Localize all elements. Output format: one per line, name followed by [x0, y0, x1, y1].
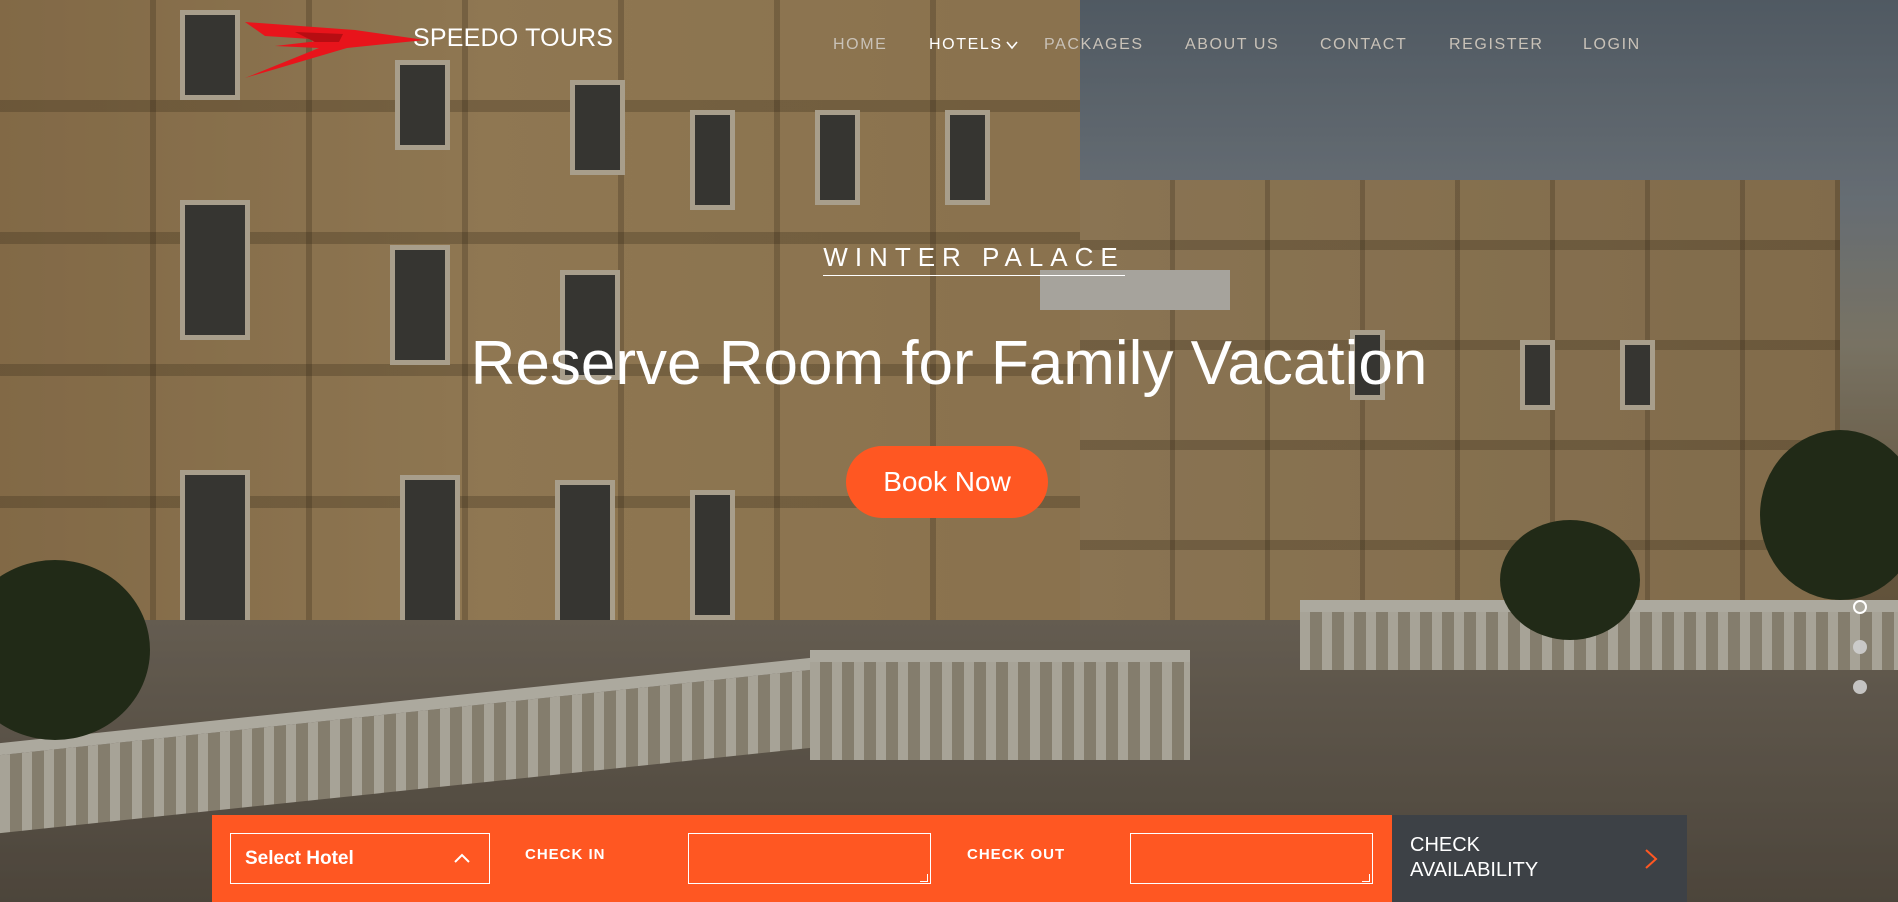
speedo-logo-icon [245, 22, 425, 78]
nav-about-us[interactable]: ABOUT US [1185, 36, 1279, 54]
hero-kicker-wrap: WINTER PALACE [0, 242, 1898, 276]
nav-packages[interactable]: PACKAGES [1044, 36, 1144, 54]
nav-hotels-label: HOTELS [929, 36, 1003, 53]
check-availability-button[interactable]: CHECK AVAILABILITY [1392, 815, 1687, 902]
resize-handle-icon [920, 874, 928, 882]
check-availability-text: CHECK AVAILABILITY [1410, 833, 1570, 883]
check-availability-line1: CHECK [1410, 834, 1481, 856]
nav-home[interactable]: HOME [833, 36, 887, 54]
chevron-up-icon [454, 853, 470, 863]
check-out-label: CHECK OUT [967, 846, 1066, 863]
hero-kicker: WINTER PALACE [823, 242, 1125, 276]
check-in-label: CHECK IN [525, 846, 606, 863]
nav-contact[interactable]: CONTACT [1320, 36, 1407, 54]
check-out-input[interactable] [1130, 833, 1373, 884]
nav-login[interactable]: LOGIN [1583, 36, 1641, 54]
check-availability-line2: AVAILABILITY [1410, 859, 1539, 881]
nav-hotels[interactable]: HOTELS [929, 36, 1019, 54]
nav-register[interactable]: REGISTER [1449, 36, 1544, 54]
brand-logo[interactable]: SPEEDO TOURS [235, 18, 613, 80]
brand-name: SPEEDO TOURS [413, 23, 614, 52]
chevron-down-icon [1006, 41, 1018, 50]
hero-headline: Reserve Room for Family Vacation [470, 329, 1428, 398]
slider-dot-1[interactable] [1853, 600, 1867, 614]
booking-bar: Select Hotel CHECK IN CHECK OUT [212, 815, 1392, 902]
resize-handle-icon [1362, 874, 1370, 882]
book-now-button[interactable]: Book Now [846, 446, 1048, 518]
hotel-select-value: Select Hotel [245, 847, 354, 869]
hotel-select[interactable]: Select Hotel [230, 833, 490, 884]
slider-dot-3[interactable] [1853, 680, 1867, 694]
check-in-input[interactable] [688, 833, 931, 884]
slider-dot-2[interactable] [1853, 640, 1867, 654]
chevron-right-icon [1645, 849, 1658, 869]
